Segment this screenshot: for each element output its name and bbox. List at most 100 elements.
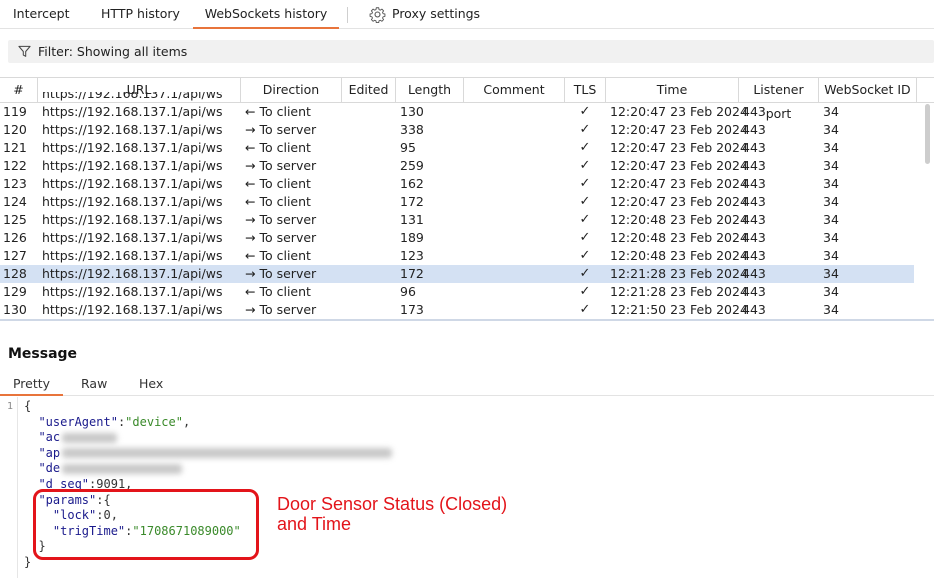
arrow-left-icon: ←	[245, 194, 256, 209]
direction-label: To server	[259, 230, 317, 245]
row-tls-check: ✓	[579, 212, 591, 227]
table-row[interactable]: 128 https://192.168.137.1/api/ws → To serv…	[0, 265, 914, 283]
row-websocket-id: 34	[823, 302, 839, 317]
row-websocket-id: 34	[823, 176, 839, 191]
tab-http-history[interactable]: HTTP history	[101, 0, 180, 28]
arrow-right-icon: →	[245, 230, 256, 245]
table-row[interactable]: 120 https://192.168.137.1/api/ws → To serv…	[0, 121, 914, 139]
row-listener-port: 443	[742, 104, 766, 119]
row-length: 338	[400, 122, 424, 137]
row-url: https://192.168.137.1/api/ws	[42, 302, 223, 317]
filter-label: Filter: Showing all items	[38, 44, 188, 59]
row-time: 12:20:47 23 Feb 2024	[610, 158, 748, 173]
row-number: 128	[3, 266, 27, 281]
line-number: 1	[7, 401, 14, 412]
row-length: 173	[400, 302, 424, 317]
json-key-redacted-1: "ac	[38, 430, 61, 445]
row-number: 129	[3, 284, 27, 299]
redacted-blur	[62, 463, 183, 474]
row-time: 12:20:47 23 Feb 2024	[610, 194, 748, 209]
row-listener-port: 443	[742, 122, 766, 137]
highlight-callout-box	[33, 489, 259, 560]
row-direction: ← To client	[245, 139, 311, 157]
direction-label: To client	[259, 140, 311, 155]
row-direction: ← To client	[245, 103, 311, 121]
tab-separator	[347, 7, 348, 23]
row-number: 130	[3, 302, 27, 317]
row-tls-check: ✓	[579, 176, 591, 191]
row-url: https://192.168.137.1/api/ws	[42, 176, 223, 191]
row-url: https://192.168.137.1/api/ws	[42, 122, 223, 137]
tab-proxy-settings[interactable]: Proxy settings	[369, 0, 480, 28]
row-url: https://192.168.137.1/api/ws	[42, 266, 223, 281]
row-websocket-id: 34	[823, 248, 839, 263]
row-length: 189	[400, 230, 424, 245]
message-tabs: Pretty Raw Hex	[0, 372, 934, 396]
row-listener-port: 443	[742, 158, 766, 173]
table-row[interactable]: 121 https://192.168.137.1/api/ws ← To clie…	[0, 139, 914, 157]
row-tls-check: ✓	[579, 194, 591, 209]
table-scrollbar[interactable]	[925, 104, 930, 164]
row-number: 121	[3, 140, 27, 155]
table-row[interactable]: 129 https://192.168.137.1/api/ws ← To clie…	[0, 283, 914, 301]
table-row[interactable]: 130 https://192.168.137.1/api/ws → To serv…	[0, 301, 914, 319]
tab-pretty[interactable]: Pretty	[0, 372, 63, 396]
row-websocket-id: 34	[823, 194, 839, 209]
row-length: 96	[400, 284, 416, 299]
arrow-left-icon: ←	[245, 284, 256, 299]
table-row[interactable]: 122 https://192.168.137.1/api/ws → To serv…	[0, 157, 914, 175]
row-websocket-id: 34	[823, 266, 839, 281]
row-direction: ← To client	[245, 283, 311, 301]
table-row[interactable]: 124 https://192.168.137.1/api/ws ← To clie…	[0, 193, 914, 211]
redacted-blur	[62, 448, 393, 459]
code-line: "ac	[24, 430, 392, 446]
row-time: 12:20:47 23 Feb 2024	[610, 104, 748, 119]
arrow-left-icon: ←	[245, 176, 256, 191]
direction-label: To client	[259, 284, 311, 299]
row-url: https://192.168.137.1/api/ws	[42, 140, 223, 155]
json-value-useragent: "device"	[125, 414, 183, 429]
row-number: 119	[3, 104, 27, 119]
partial-row-url: https://192.168.137.1/api/ws	[42, 92, 223, 101]
code-line: "userAgent":"device",	[38, 414, 191, 429]
row-url: https://192.168.137.1/api/ws	[42, 104, 223, 119]
arrow-right-icon: →	[245, 122, 256, 137]
row-number: 124	[3, 194, 27, 209]
tab-intercept[interactable]: Intercept	[13, 0, 69, 28]
direction-label: To client	[259, 176, 311, 191]
row-tls-check: ✓	[579, 248, 591, 263]
filter-bar[interactable]: Filter: Showing all items	[8, 40, 934, 63]
table-row[interactable]: 126 https://192.168.137.1/api/ws → To serv…	[0, 229, 914, 247]
tab-raw[interactable]: Raw	[81, 372, 107, 395]
row-direction: ← To client	[245, 193, 311, 211]
row-time: 12:21:50 23 Feb 2024	[610, 302, 748, 317]
row-listener-port: 443	[742, 266, 766, 281]
tab-hex[interactable]: Hex	[139, 372, 163, 395]
direction-label: To server	[259, 158, 317, 173]
row-tls-check: ✓	[579, 104, 591, 119]
direction-label: To server	[259, 122, 317, 137]
row-time: 12:21:28 23 Feb 2024	[610, 284, 748, 299]
row-websocket-id: 34	[823, 122, 839, 137]
tab-websockets-history[interactable]: WebSockets history	[193, 0, 339, 29]
proxy-tab-bar: Intercept HTTP history WebSockets histor…	[0, 0, 934, 29]
annotation-line-1: Door Sensor Status (Closed)	[277, 494, 508, 514]
row-listener-port: 443	[742, 248, 766, 263]
table-row[interactable]: 127 https://192.168.137.1/api/ws ← To clie…	[0, 247, 914, 265]
row-number: 123	[3, 176, 27, 191]
row-websocket-id: 34	[823, 284, 839, 299]
table-row[interactable]: 123 https://192.168.137.1/api/ws ← To clie…	[0, 175, 914, 193]
table-row[interactable]: 125 https://192.168.137.1/api/ws → To serv…	[0, 211, 914, 229]
row-direction: → To server	[245, 211, 316, 229]
direction-label: To client	[259, 104, 311, 119]
row-time: 12:20:48 23 Feb 2024	[610, 230, 748, 245]
row-number: 122	[3, 158, 27, 173]
row-url: https://192.168.137.1/api/ws	[42, 212, 223, 227]
row-direction: ← To client	[245, 175, 311, 193]
arrow-right-icon: →	[245, 212, 256, 227]
websockets-history-table: # URL Direction Edited Length Comment TL…	[0, 77, 934, 321]
table-row[interactable]: 119 https://192.168.137.1/api/ws ← To clie…	[0, 103, 914, 121]
close-brace: }	[24, 554, 32, 569]
row-time: 12:20:48 23 Feb 2024	[610, 212, 748, 227]
row-number: 120	[3, 122, 27, 137]
